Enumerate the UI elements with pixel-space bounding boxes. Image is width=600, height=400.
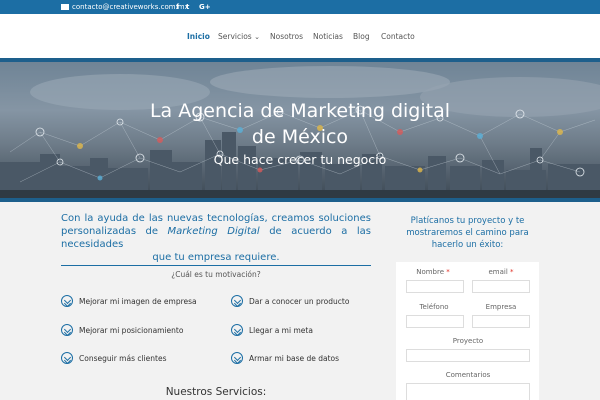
motivation-option[interactable]: Dar a conocer un producto [231,295,349,307]
motivation-option[interactable]: Armar mi base de datos [231,352,339,364]
comentarios-label: Comentarios [445,371,491,379]
telefono-label: Teléfono [419,303,449,311]
top-bar: contacto@creativeworks.com.mx f t G+ [0,0,600,14]
proyecto-label: Proyecto [452,337,484,345]
twitter-icon[interactable]: t [186,2,189,12]
motivation-option[interactable]: Llegar a mi meta [231,324,313,336]
google-plus-icon[interactable]: G+ [199,2,211,12]
chevron-circle-icon [61,352,73,364]
empresa-input[interactable] [472,315,530,328]
contact-email-text: contacto@creativeworks.com.mx [72,3,189,11]
motivation-option[interactable]: Mejorar mi imagen de empresa [61,295,197,307]
facebook-icon[interactable]: f [176,2,179,12]
motivation-option[interactable]: Mejorar mi posicionamiento [61,324,183,336]
main-nav: Inicio Servicios ⌄ Nosotros Noticias Blo… [0,31,600,45]
nombre-label-text: Nombre [416,268,445,276]
email-input[interactable] [472,280,530,293]
email-label-text: email [488,268,508,276]
hero-subtitle: Que hace crecer tu negocio [213,152,387,167]
nombre-label: Nombre * [404,268,462,276]
intro-part-3: que tu empresa requiere. [152,252,280,263]
contact-email[interactable]: contacto@creativeworks.com.mx [61,2,189,12]
option-label: Dar a conocer un producto [249,296,350,306]
nav-contacto[interactable]: Contacto [381,31,415,43]
comentarios-textarea[interactable] [406,383,530,400]
required-mark: * [510,268,514,276]
chevron-circle-icon [231,352,243,364]
option-label: Armar mi base de datos [249,353,340,363]
form-title: Platícanos tu proyecto y te mostraremos … [406,216,529,250]
chevron-circle-icon [61,324,73,336]
hero-divider [0,198,600,202]
site-header: Inicio Servicios ⌄ Nosotros Noticias Blo… [0,14,600,60]
chevron-down-icon: ⌄ [254,33,260,41]
option-label: Llegar a mi meta [249,325,313,335]
hero-title-line-1: La Agencia de Marketing digital [149,100,451,122]
required-mark: * [446,268,450,276]
nav-nosotros[interactable]: Nosotros [270,31,303,43]
nav-blog[interactable]: Blog [353,31,370,43]
motivation-question: ¿Cuál es tu motivación? [171,270,261,279]
contact-form: Nombre * email * Teléfono Empresa Proyec… [396,262,539,400]
services-title: Nuestros Servicios: [165,386,267,398]
chevron-circle-icon [231,295,243,307]
chevron-circle-icon [231,324,243,336]
hero-title-line-2: de México [251,126,349,148]
intro-emphasis: Marketing Digital [167,226,260,237]
chevron-circle-icon [61,295,73,307]
empresa-label: Empresa [485,303,517,311]
telefono-input[interactable] [406,315,464,328]
hero-title: La Agencia de Marketing digital de Méxic… [100,98,500,150]
hero-banner: La Agencia de Marketing digital de Méxic… [0,62,600,200]
nav-inicio[interactable]: Inicio [187,31,210,43]
nav-servicios-label: Servicios [218,32,252,41]
motivation-option[interactable]: Conseguir más clientes [61,352,166,364]
email-label: email * [472,268,530,276]
option-label: Conseguir más clientes [79,353,167,363]
mail-icon [61,4,69,10]
nav-noticias[interactable]: Noticias [313,31,343,43]
proyecto-input[interactable] [406,349,530,362]
nombre-input[interactable] [406,280,464,293]
option-label: Mejorar mi posicionamiento [79,325,184,335]
intro-divider [61,265,371,266]
option-label: Mejorar mi imagen de empresa [79,296,197,306]
intro-text: Con la ayuda de las nuevas tecnologías, … [61,212,371,264]
nav-servicios[interactable]: Servicios ⌄ [218,31,260,43]
